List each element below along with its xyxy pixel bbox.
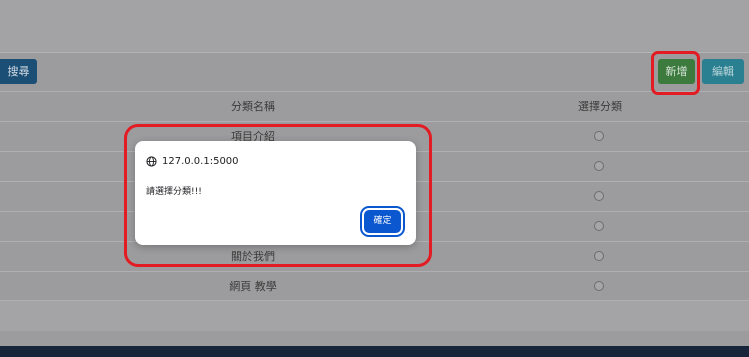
alert-dialog: 127.0.0.1:5000 請選擇分類!!! 確定 bbox=[135, 141, 416, 245]
radio-icon[interactable] bbox=[594, 281, 604, 291]
radio-icon[interactable] bbox=[594, 221, 604, 231]
dialog-ok-button[interactable]: 確定 bbox=[360, 206, 405, 237]
radio-icon[interactable] bbox=[594, 191, 604, 201]
table-row: 網頁 教學 bbox=[0, 271, 749, 301]
dialog-origin: 127.0.0.1:5000 bbox=[146, 154, 239, 168]
radio-icon[interactable] bbox=[594, 161, 604, 171]
search-button[interactable]: 搜尋 bbox=[0, 59, 37, 84]
category-name: 關於我們 bbox=[231, 250, 275, 263]
radio-icon[interactable] bbox=[594, 131, 604, 141]
table-footer bbox=[0, 300, 749, 331]
table-header-row: 分類名稱 選擇分類 bbox=[0, 91, 749, 121]
page-footer bbox=[0, 346, 749, 357]
category-name: 網頁 教學 bbox=[229, 280, 277, 293]
top-band bbox=[0, 0, 749, 53]
globe-icon bbox=[146, 155, 157, 167]
table-row: 關於我們 bbox=[0, 241, 749, 271]
edit-button[interactable]: 編輯 bbox=[702, 59, 744, 84]
add-button[interactable]: 新增 bbox=[658, 59, 695, 84]
header-select-category: 選擇分類 bbox=[578, 100, 622, 113]
header-category-name: 分類名稱 bbox=[231, 100, 275, 113]
dialog-message: 請選擇分類!!! bbox=[146, 187, 202, 197]
radio-icon[interactable] bbox=[594, 251, 604, 261]
dialog-origin-text: 127.0.0.1:5000 bbox=[162, 155, 239, 167]
